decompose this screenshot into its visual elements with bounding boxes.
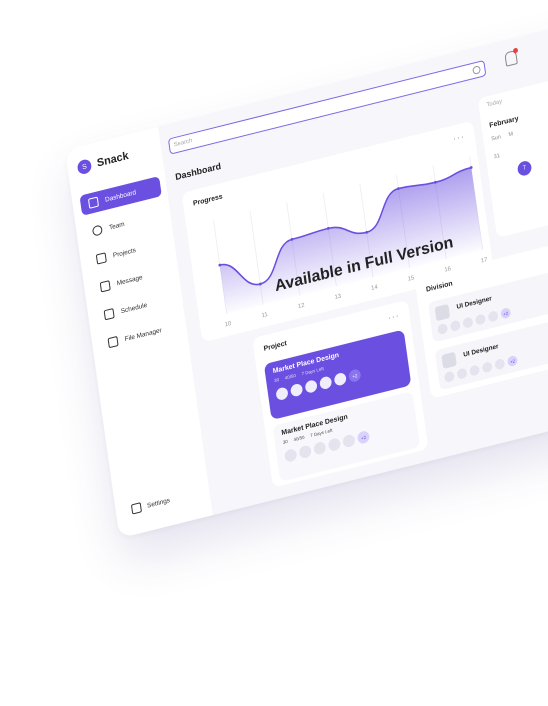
project-progress-count: 40/50	[284, 372, 297, 381]
app-name: Snack	[96, 149, 130, 170]
settings-label: Settings	[146, 496, 171, 510]
avatar[interactable]	[481, 361, 493, 374]
project-title: Project	[263, 340, 288, 353]
avatar[interactable]	[298, 444, 312, 460]
x-tick-label: 11	[261, 312, 269, 320]
sidebar-item-settings[interactable]: Settings	[130, 495, 171, 515]
search-icon[interactable]	[472, 65, 482, 76]
sidebar-item-label: Projects	[112, 246, 137, 260]
folder-icon	[95, 252, 107, 265]
avatar[interactable]	[275, 386, 289, 402]
chat-icon	[99, 280, 111, 293]
calendar-weekdays: Sun M	[491, 131, 514, 142]
x-tick-label: 13	[334, 293, 342, 301]
weekday-label: M	[508, 131, 514, 139]
sidebar-nav: Dashboard Team Projects Message Schedule	[79, 176, 182, 363]
sidebar-item-label: Message	[116, 273, 143, 287]
sliders-icon	[130, 502, 143, 515]
user-icon	[91, 224, 103, 237]
division-item-title: UI Designer	[462, 342, 499, 359]
sidebar-item-label: Team	[108, 220, 125, 232]
page-title: Dashboard	[174, 160, 222, 183]
avatar[interactable]	[313, 440, 327, 456]
more-members-badge[interactable]: +2	[506, 354, 518, 368]
scene: S Snack Dashboard Team Projects Message …	[0, 0, 548, 706]
calendar-month: February	[488, 115, 520, 130]
avatar[interactable]	[437, 322, 449, 336]
avatar[interactable]	[327, 437, 342, 453]
calendar-today-label[interactable]: Today	[486, 99, 502, 109]
avatar[interactable]	[462, 316, 474, 329]
division-item-title: UI Designer	[456, 295, 493, 311]
x-tick-label: 15	[407, 275, 415, 283]
avatar[interactable]	[487, 310, 499, 323]
x-tick-label: 10	[224, 321, 232, 329]
avatar[interactable]	[449, 319, 461, 332]
sidebar-item-label: File Manager	[124, 326, 163, 343]
project-card: Project ··· Market Place Design 30 40/50…	[252, 299, 429, 488]
calendar-date[interactable]: 31	[493, 153, 500, 160]
sidebar: S Snack Dashboard Team Projects Message …	[65, 126, 213, 539]
calendar-icon	[103, 308, 115, 321]
folder-open-icon	[107, 335, 119, 349]
more-members-badge[interactable]: +2	[356, 429, 371, 445]
avatar[interactable]	[333, 371, 347, 387]
avatar[interactable]	[284, 448, 298, 463]
avatar[interactable]	[289, 382, 304, 398]
x-tick-label: 14	[371, 284, 379, 292]
avatar[interactable]	[469, 364, 481, 377]
division-thumbnail	[441, 351, 457, 369]
avatar[interactable]	[474, 313, 487, 326]
bell-icon[interactable]	[504, 47, 519, 67]
more-members-badge[interactable]: +2	[500, 307, 512, 320]
division-title: Division	[425, 280, 454, 294]
sidebar-item-label: Dashboard	[104, 188, 137, 204]
notification-dot	[512, 47, 519, 54]
weekday-label: Sun	[490, 134, 502, 143]
sidebar-item-label: Schedule	[120, 301, 148, 315]
project-progress-count: 40/50	[293, 434, 305, 443]
avatar[interactable]	[443, 370, 455, 383]
search-placeholder: Search	[173, 137, 193, 149]
grid-icon	[87, 196, 100, 209]
avatar[interactable]	[319, 375, 333, 391]
x-tick-label: 12	[298, 303, 306, 311]
avatar[interactable]	[304, 379, 318, 394]
avatar[interactable]	[342, 433, 356, 449]
calendar-selected-date[interactable]: 7	[516, 159, 533, 178]
logo[interactable]: S Snack	[76, 149, 130, 176]
project-tasks-count: 30	[273, 377, 280, 384]
dashboard-window: S Snack Dashboard Team Projects Message …	[65, 9, 548, 539]
calendar-card: Today February Sun M 31 7	[477, 59, 548, 239]
logo-mark-icon: S	[76, 158, 93, 176]
avatar[interactable]	[494, 357, 506, 371]
division-thumbnail	[434, 303, 451, 322]
more-members-badge[interactable]: +2	[348, 368, 362, 384]
avatar[interactable]	[456, 367, 468, 380]
more-options-icon[interactable]: ···	[387, 310, 400, 323]
project-tasks-count: 30	[282, 438, 289, 445]
